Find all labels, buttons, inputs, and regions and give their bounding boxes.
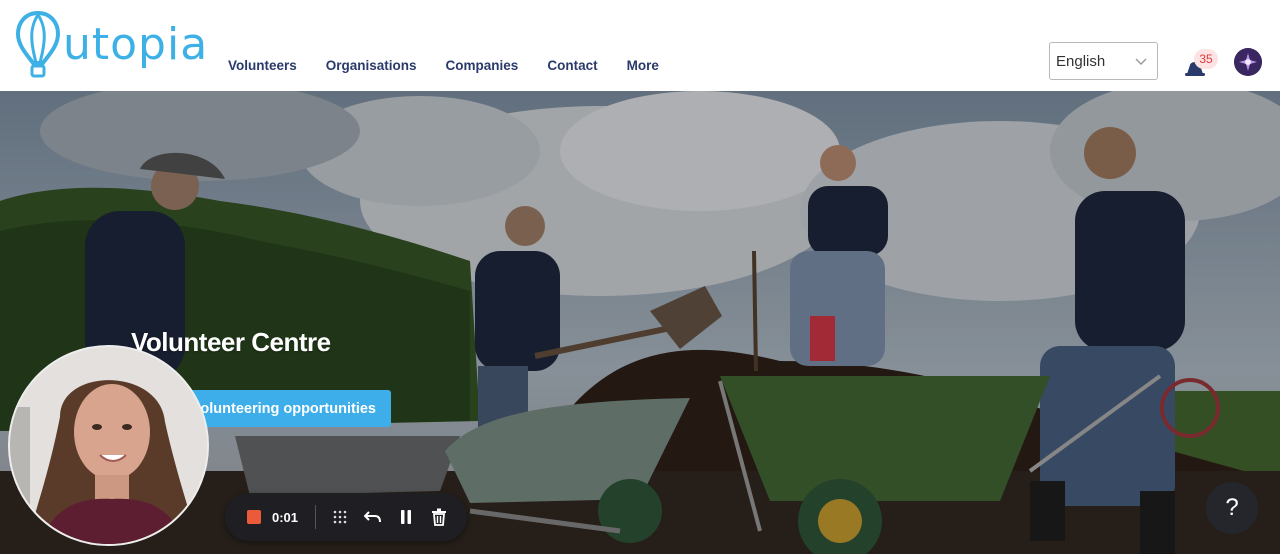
undo-icon[interactable]: [364, 508, 382, 526]
stop-recording-button[interactable]: [247, 510, 261, 524]
pause-icon[interactable]: [397, 508, 415, 526]
drag-handle-icon[interactable]: [331, 508, 349, 526]
language-select[interactable]: English: [1049, 42, 1158, 80]
recording-toolbar: 0:01: [225, 493, 467, 541]
main-nav: Volunteers Organisations Companies Conta…: [228, 58, 688, 73]
nav-companies[interactable]: Companies: [446, 58, 519, 73]
nav-contact[interactable]: Contact: [547, 58, 597, 73]
hero-title: Volunteer Centre: [131, 327, 331, 357]
nav-organisations[interactable]: Organisations: [326, 58, 417, 73]
site-header: utopia Volunteers Organisations Companie…: [0, 0, 1280, 91]
avatar-image: [1234, 48, 1262, 76]
user-avatar[interactable]: [1234, 48, 1262, 76]
toolbar-divider: [315, 505, 317, 529]
language-selected: English: [1056, 52, 1106, 70]
chevron-down-icon: [1135, 58, 1147, 65]
utopia-logo[interactable]: utopia: [15, 10, 207, 80]
notification-badge: 35: [1194, 49, 1218, 69]
webcam-person-image: [10, 347, 207, 544]
nav-volunteers[interactable]: Volunteers: [228, 58, 297, 73]
recording-timer: 0:01: [272, 509, 299, 525]
help-button[interactable]: ?: [1206, 482, 1258, 534]
webcam-preview[interactable]: [8, 345, 209, 546]
balloon-icon: [15, 10, 61, 78]
trash-icon[interactable]: [430, 508, 448, 526]
logo-text: utopia: [63, 19, 209, 70]
nav-more[interactable]: More: [627, 58, 659, 73]
